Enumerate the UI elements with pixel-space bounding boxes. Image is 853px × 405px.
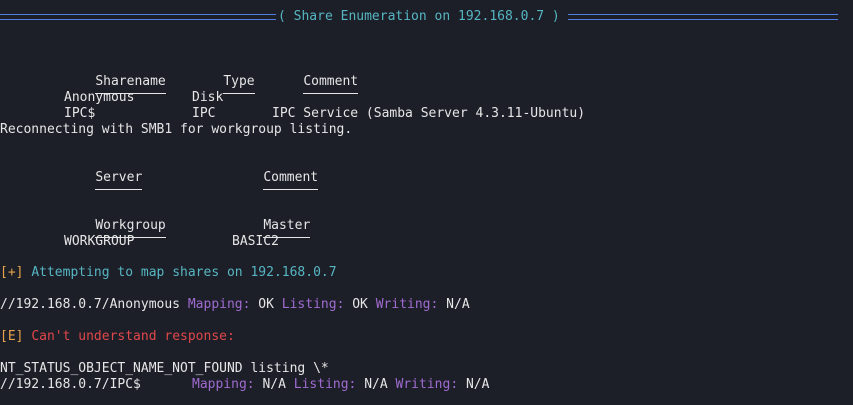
share-row-type: IPC	[192, 106, 216, 121]
anon-result-line: //192.168.0.7/Anonymous Mapping: OK List…	[0, 297, 470, 313]
writing-value: N/A	[446, 297, 470, 312]
mapping-value: N/A	[262, 377, 286, 392]
writing-label: Writing:	[375, 297, 439, 312]
mapping-value: OK	[258, 297, 274, 312]
share-row-name: Anonymous	[64, 90, 135, 105]
server-col-comment: Comment	[232, 154, 319, 206]
header-rule-right	[568, 14, 838, 20]
mapping-label: Mapping:	[187, 297, 251, 312]
listing-label: Listing:	[281, 297, 345, 312]
terminal-window[interactable]: ( Share Enumeration on 192.168.0.7 ) Sha…	[0, 0, 853, 405]
error-line: [E] Can't understand response:	[0, 329, 235, 345]
ipc-result-line: Mapping: N/A Listing: N/A Writing: N/A	[192, 377, 489, 393]
writing-value: N/A	[465, 377, 490, 392]
listing-label: Listing:	[293, 377, 357, 392]
reconnect-message: Reconnecting with SMB1 for workgroup lis…	[0, 122, 353, 137]
map-attempt-text: Attempting to map shares on 192.168.0.7	[31, 265, 337, 280]
error-prefix: [E]	[0, 329, 24, 344]
mapping-label: Mapping:	[192, 377, 255, 392]
share-row-name: IPC$	[64, 106, 96, 121]
share-row-comment: IPC Service (Samba Server 4.3.11-Ubuntu)	[272, 106, 586, 121]
workgroup-row-name: WORKGROUP	[64, 234, 135, 249]
workgroup-row-master: BASIC2	[232, 234, 279, 249]
share-row-type: Disk	[192, 90, 224, 105]
server-col-server: Server	[64, 154, 143, 206]
header-rule-left	[0, 14, 276, 20]
map-attempt-line: [+] Attempting to map shares on 192.168.…	[0, 265, 337, 281]
listing-value: N/A	[364, 377, 388, 392]
shares-col-comment: Comment	[272, 58, 359, 110]
writing-label: Writing:	[395, 377, 459, 392]
ipc-result-path: //192.168.0.7/IPC$	[0, 377, 141, 392]
listing-value: OK	[352, 297, 368, 312]
share-path: //192.168.0.7/Anonymous	[0, 297, 181, 312]
section-title: ( Share Enumeration on 192.168.0.7 )	[278, 9, 560, 24]
error-text: Can't understand response:	[31, 329, 235, 344]
info-prefix: [+]	[0, 265, 24, 280]
nt-status-line: NT_STATUS_OBJECT_NAME_NOT_FOUND listing …	[0, 361, 329, 376]
